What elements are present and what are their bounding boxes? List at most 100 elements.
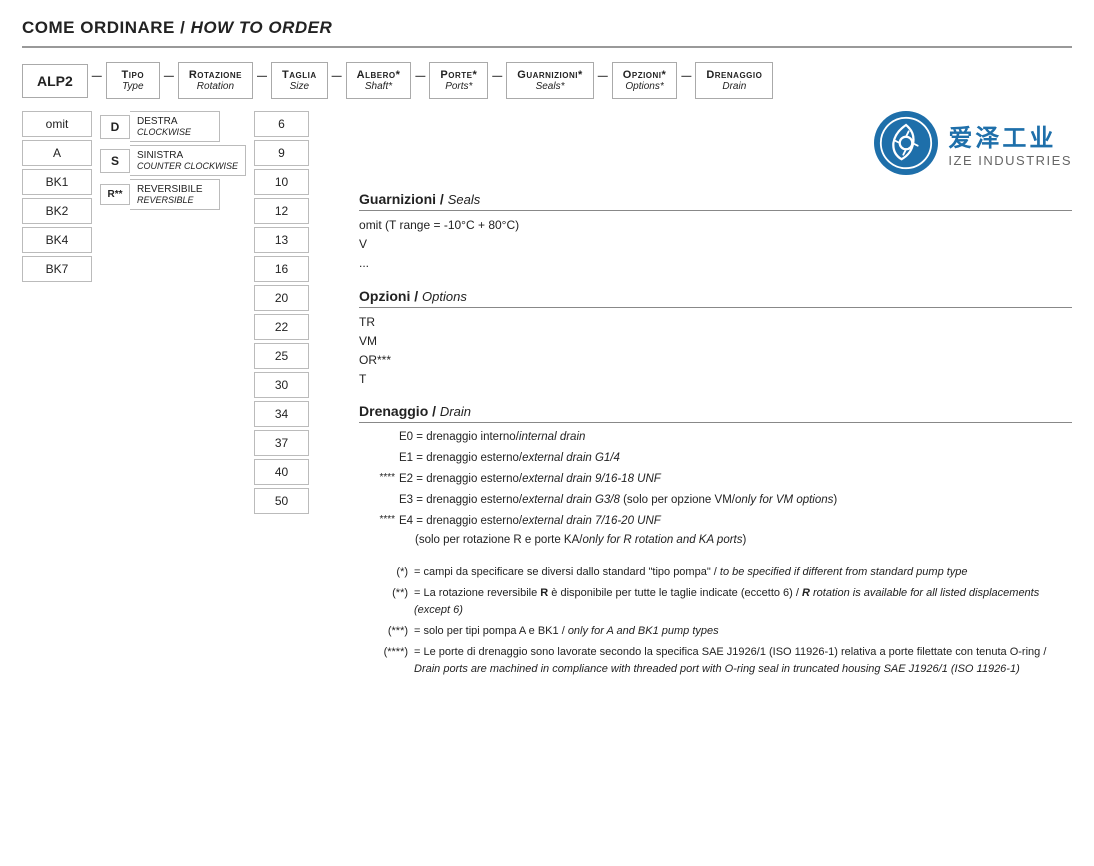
drain-e4-content: E4 = drenaggio esterno/external drain 7/… (399, 512, 1072, 550)
drain-e1-content: E1 = drenaggio esterno/external drain G1… (399, 449, 1072, 468)
rotation-desc-s: SINISTRACOUNTER CLOCKWISE (130, 145, 246, 176)
options-title: Opzioni / Options (359, 288, 1072, 308)
fn2-val: = La rotazione reversibile R è disponibi… (414, 585, 1072, 619)
drain-e3-content: E3 = drenaggio esterno/external drain G3… (399, 491, 1072, 510)
chain-guarnizioni-sub: Seals* (517, 81, 583, 92)
size-cell-6: 6 (254, 111, 309, 137)
logo-svg (879, 116, 933, 170)
chain-node-rotation: Rotazione Rotation (178, 62, 253, 99)
drain-e1: E1 = drenaggio esterno/external drain G1… (359, 449, 1072, 468)
tipo-cell-a: A (22, 140, 92, 166)
size-cell-10: 10 (254, 169, 309, 195)
drain-e4: **** E4 = drenaggio esterno/external dra… (359, 512, 1072, 550)
footnote-1: (*) = campi da specificare se diversi da… (359, 564, 1072, 581)
chain-tipo-label: Tipo (117, 69, 149, 81)
chain-node-albero: Albero* Shaft* (346, 62, 412, 99)
chain-opzioni-sub: Options* (623, 81, 667, 92)
size-cell-25: 25 (254, 343, 309, 369)
drain-block: Drenaggio / Drain E0 = drenaggio interno… (359, 403, 1072, 550)
chain-dash-3: – (328, 65, 346, 86)
chain-porte-label: Porte* (440, 69, 477, 81)
seals-line-1: omit (T range = -10°C + 80°C) (359, 216, 1072, 235)
options-line-vm: VM (359, 332, 1072, 351)
tipo-cell-bk4: BK4 (22, 227, 92, 253)
tipo-cell-omit: omit (22, 111, 92, 137)
chain-albero-sub: Shaft* (357, 81, 401, 92)
size-cell-30: 30 (254, 372, 309, 398)
chain-node-porte: Porte* Ports* (429, 62, 488, 99)
chain-tipo-sub: Type (117, 81, 149, 92)
rotation-key-r: R** (100, 184, 130, 205)
chain-dash-5: – (488, 65, 506, 86)
logo-circle (874, 111, 938, 175)
fn3-key: (***) (359, 623, 414, 640)
rotation-row-r: R** REVERSIBILEREVERSIBLE (100, 179, 246, 210)
options-block: Opzioni / Options TR VM OR*** T (359, 288, 1072, 390)
rotation-column: D DESTRACLOCKWISE S SINISTRACOUNTER CLOC… (100, 111, 246, 210)
options-line-tr: TR (359, 313, 1072, 332)
chain-drenaggio-sub: Drain (706, 81, 762, 92)
drain-e3: E3 = drenaggio esterno/external drain G3… (359, 491, 1072, 510)
seals-line-2: V (359, 235, 1072, 254)
chain-dash-2: – (253, 65, 271, 86)
size-cell-9: 9 (254, 140, 309, 166)
rotation-desc-r: REVERSIBILEREVERSIBLE (130, 179, 220, 210)
options-line-t: T (359, 370, 1072, 389)
size-cell-50: 50 (254, 488, 309, 514)
fn2-key: (**) (359, 585, 414, 602)
drain-e0-content: E0 = drenaggio interno/internal drain (399, 428, 1072, 447)
chain-node-drenaggio: Drenaggio Drain (695, 62, 773, 99)
drain-e2-content: E2 = drenaggio esterno/external drain 9/… (399, 470, 1072, 489)
chain-porte-sub: Ports* (440, 81, 477, 92)
tipo-column: omit A BK1 BK2 BK4 BK7 (22, 111, 92, 282)
fn1-key: (*) (359, 564, 414, 581)
alp2-label: ALP2 (22, 64, 88, 98)
tipo-cell-bk7: BK7 (22, 256, 92, 282)
drain-title: Drenaggio / Drain (359, 403, 1072, 423)
fn4-key: (****) (359, 644, 414, 661)
chain-node-guarnizioni: Guarnizioni* Seals* (506, 62, 594, 99)
fn1-val: = campi da specificare se diversi dallo … (414, 564, 1072, 581)
size-cell-13: 13 (254, 227, 309, 253)
drain-e0: E0 = drenaggio interno/internal drain (359, 428, 1072, 447)
drain-e2: **** E2 = drenaggio esterno/external dra… (359, 470, 1072, 489)
ordering-chain: ALP2 – Tipo Type – Rotazione Rotation – … (22, 62, 1072, 99)
size-cell-16: 16 (254, 256, 309, 282)
chain-dash-7: – (677, 65, 695, 86)
tipo-cell-bk1: BK1 (22, 169, 92, 195)
logo-area: 爱泽工业 IZE INDUSTRIES (359, 111, 1072, 175)
footnote-3: (***) = solo per tipi pompa A e BK1 / on… (359, 623, 1072, 640)
chain-node-taglia: Taglia Size (271, 62, 328, 99)
tipo-cell-bk2: BK2 (22, 198, 92, 224)
chain-dash-1: – (160, 65, 178, 86)
chain-albero-label: Albero* (357, 69, 401, 81)
rotation-row-s: S SINISTRACOUNTER CLOCKWISE (100, 145, 246, 176)
logo-english: IZE INDUSTRIES (948, 153, 1072, 168)
rotation-desc-d: DESTRACLOCKWISE (130, 111, 220, 142)
chain-taglia-label: Taglia (282, 69, 317, 81)
chain-dash-0: – (88, 65, 106, 86)
chain-rotation-sub: Rotation (189, 81, 242, 92)
chain-taglia-sub: Size (282, 81, 317, 92)
title-italic: HOW TO ORDER (185, 18, 332, 37)
logo-chinese: 爱泽工业 (948, 118, 1072, 153)
fn3-val: = solo per tipi pompa A e BK1 / only for… (414, 623, 1072, 640)
fn4-val: = Le porte di drenaggio sono lavorate se… (414, 644, 1072, 678)
size-cell-22: 22 (254, 314, 309, 340)
right-info: 爱泽工业 IZE INDUSTRIES Guarnizioni / Seals … (329, 111, 1072, 682)
chain-rotation-label: Rotazione (189, 69, 242, 81)
left-columns: omit A BK1 BK2 BK4 BK7 D DESTRACLOCKWISE… (22, 111, 309, 682)
title-normal: COME ORDINARE / (22, 18, 185, 37)
size-column: 6 9 10 12 13 16 20 22 25 30 34 37 40 50 (254, 111, 309, 514)
footnote-2: (**) = La rotazione reversibile R è disp… (359, 585, 1072, 619)
drain-e2-prefix: **** (359, 470, 399, 487)
size-cell-37: 37 (254, 430, 309, 456)
main-content: omit A BK1 BK2 BK4 BK7 D DESTRACLOCKWISE… (22, 111, 1072, 682)
chain-dash-6: – (594, 65, 612, 86)
chain-opzioni-label: Opzioni* (623, 69, 667, 81)
logo-text: 爱泽工业 IZE INDUSTRIES (948, 118, 1072, 168)
size-cell-12: 12 (254, 198, 309, 224)
chain-guarnizioni-label: Guarnizioni* (517, 69, 583, 81)
rotation-row-d: D DESTRACLOCKWISE (100, 111, 246, 142)
seals-title: Guarnizioni / Seals (359, 191, 1072, 211)
